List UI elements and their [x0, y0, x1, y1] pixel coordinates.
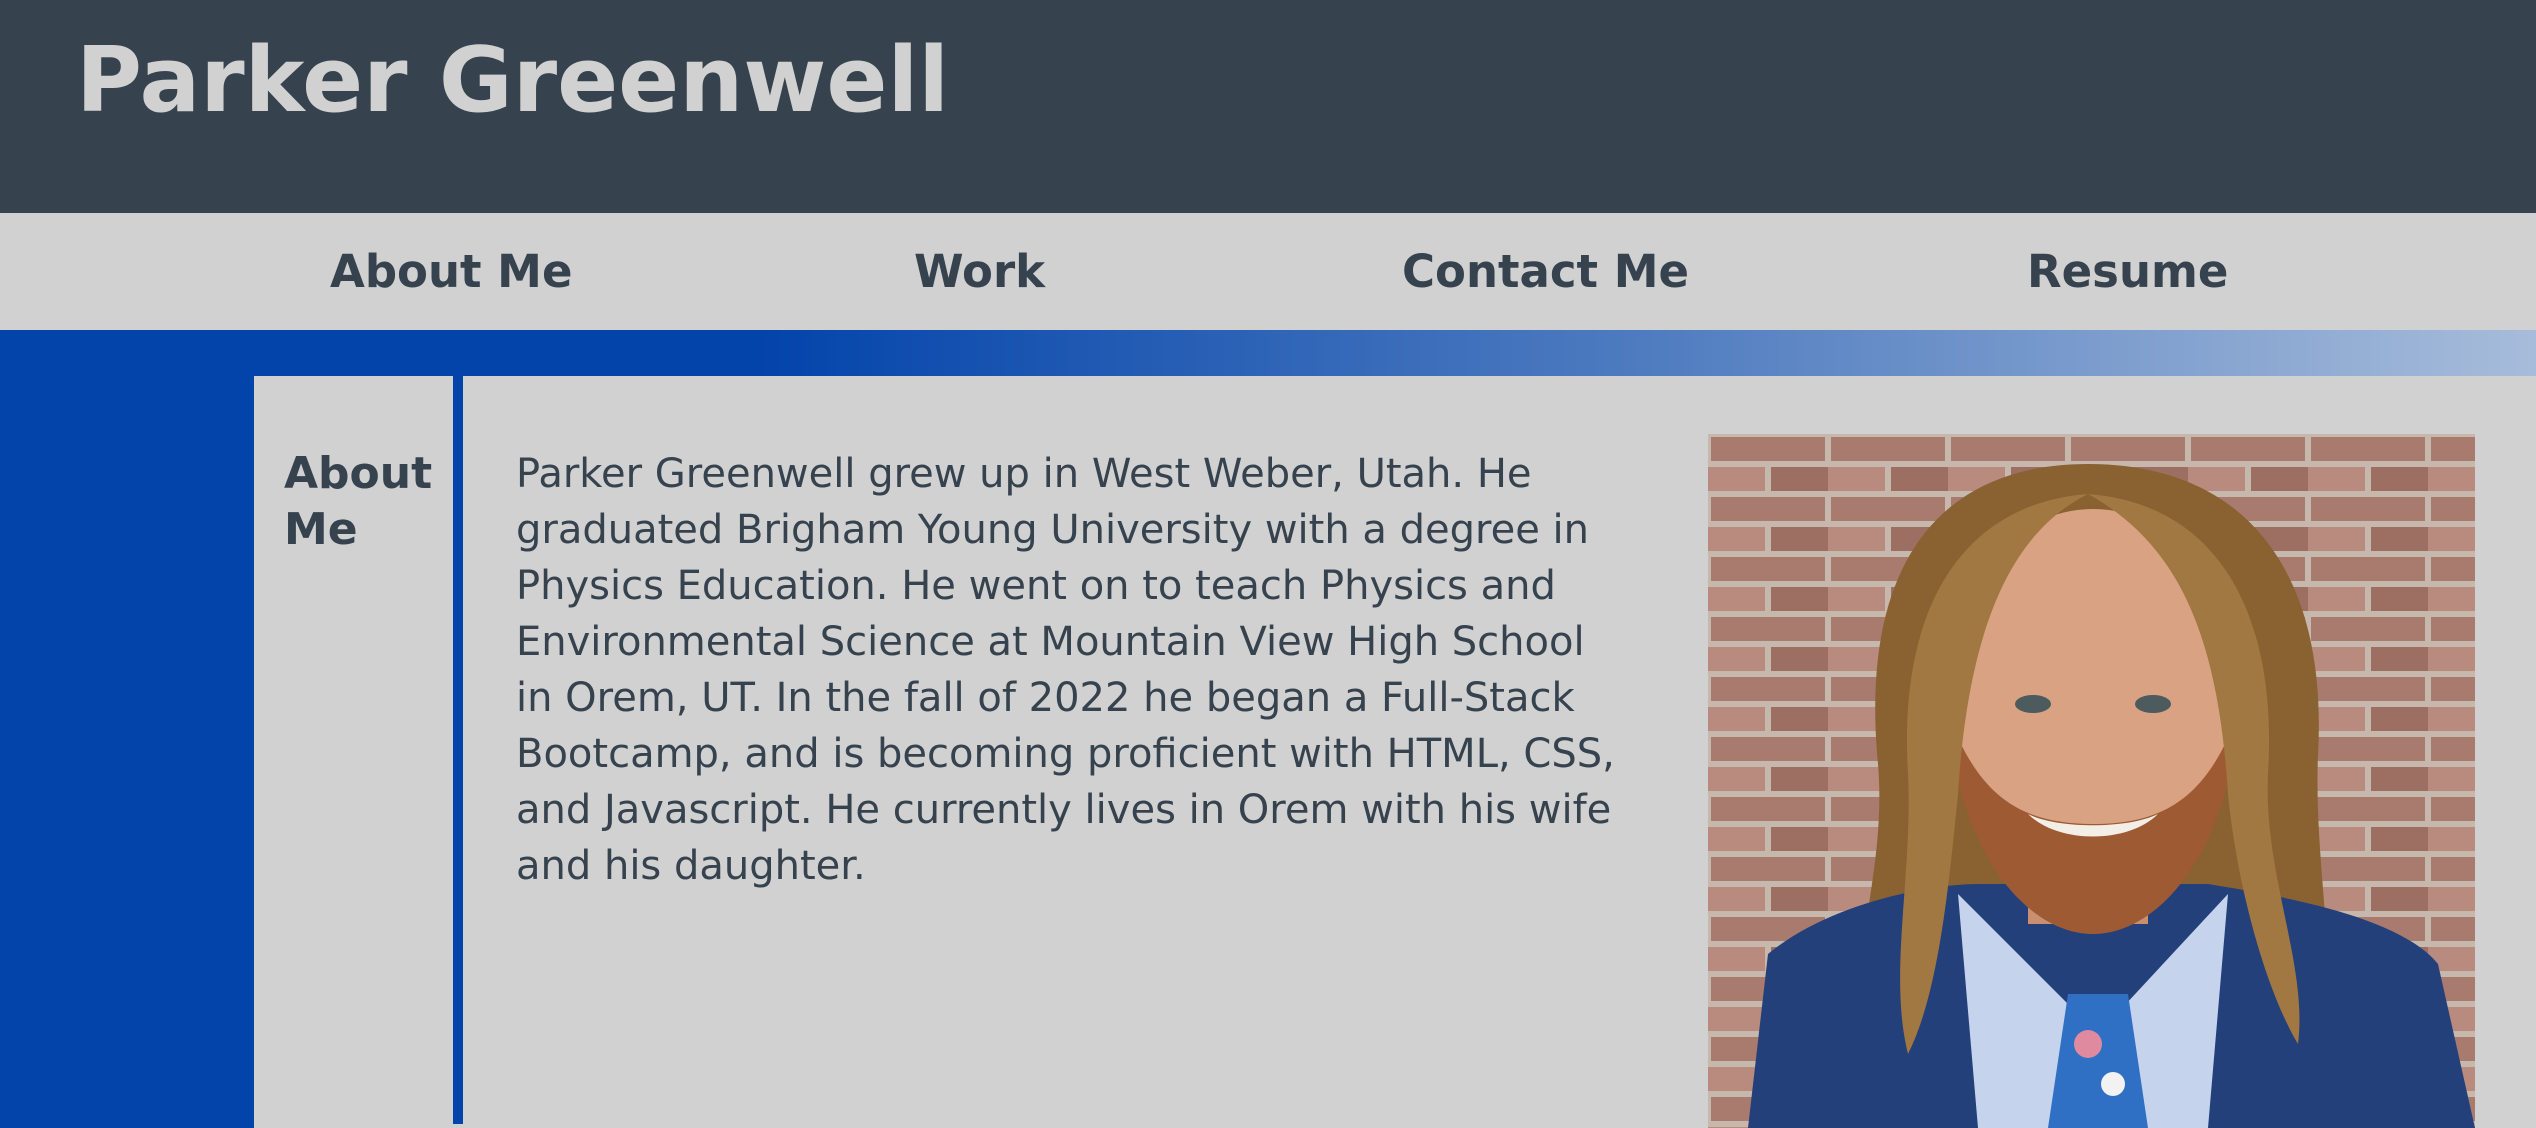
nav-link-contact-me[interactable]: Contact Me	[1402, 243, 1689, 301]
nav-link-resume[interactable]: Resume	[2027, 243, 2228, 301]
nav-link-work[interactable]: Work	[914, 243, 1045, 301]
section-divider	[453, 376, 463, 1124]
bio-text: Parker Greenwell grew up in West Weber, …	[516, 451, 1615, 889]
gradient-band	[0, 330, 2536, 376]
section-heading: About Me	[284, 448, 433, 555]
site-title: Parker Greenwell	[76, 28, 950, 133]
profile-photo	[1708, 434, 2475, 1128]
site-header: Parker Greenwell	[0, 0, 2536, 213]
main-nav: About Me Work Contact Me Resume	[0, 213, 2536, 330]
about-section: About Me Parker Greenwell grew up in Wes…	[254, 376, 2536, 1128]
nav-link-about-me[interactable]: About Me	[330, 243, 572, 301]
profile-photo-image	[1708, 434, 2475, 1128]
